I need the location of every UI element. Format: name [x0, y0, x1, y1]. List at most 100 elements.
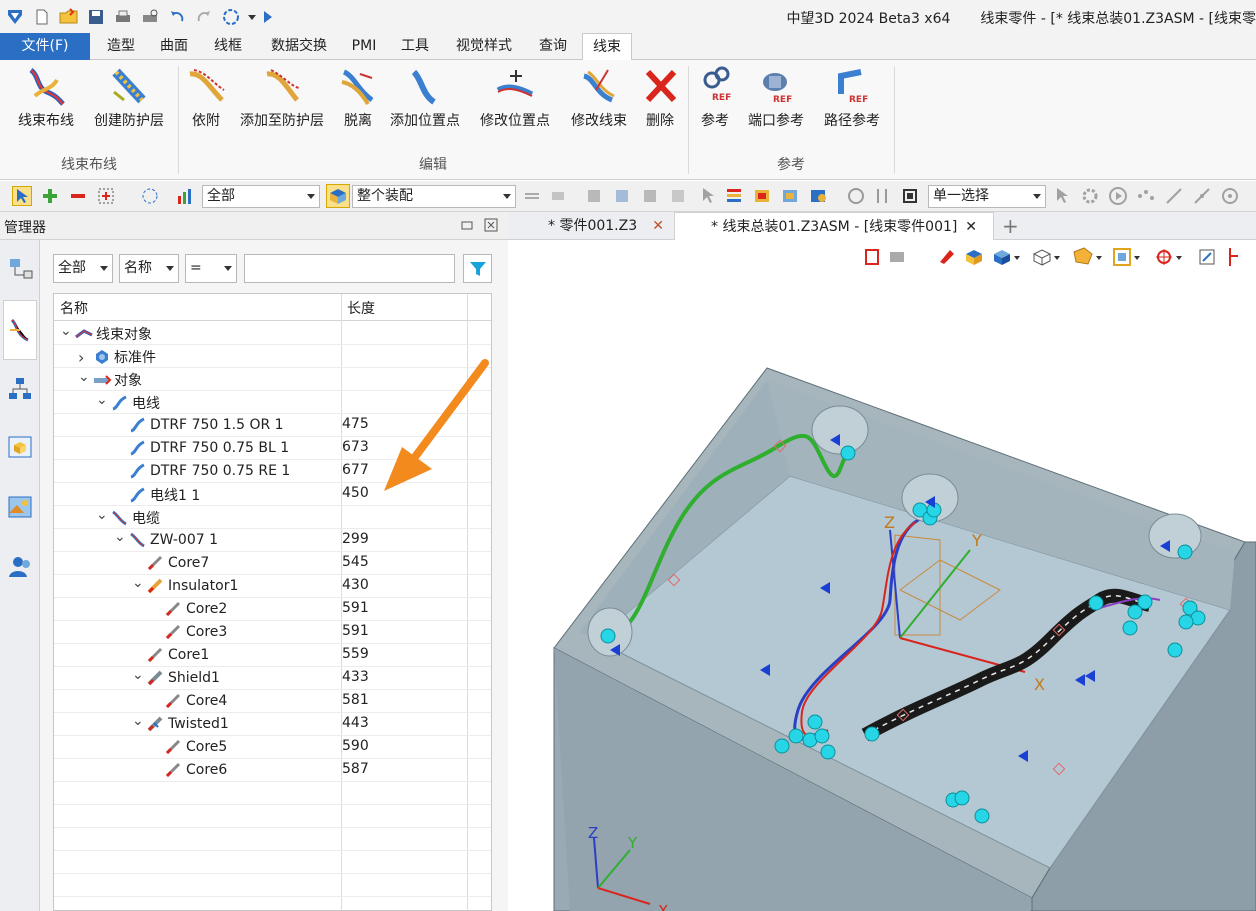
tool-icon-2[interactable] [612, 186, 632, 206]
tree-row[interactable]: Core1 559 [54, 644, 491, 667]
chevron-down-icon[interactable]: ⌄ [132, 575, 146, 591]
print-icon[interactable] [111, 5, 135, 29]
doc-tab-assembly[interactable]: * 线束总装01.Z3ASM - [线束零件001] ✕ [674, 212, 994, 240]
tree-row[interactable]: Core5 590 [54, 736, 491, 759]
dropdown-icon[interactable] [246, 5, 258, 29]
line-segment-icon[interactable] [1192, 186, 1212, 206]
pick-filter-icon[interactable] [548, 186, 568, 206]
panel-close-icon[interactable] [484, 218, 498, 236]
tab-close-icon[interactable]: ✕ [652, 212, 664, 240]
filter-value-input[interactable] [244, 254, 455, 283]
image-view-icon[interactable] [3, 490, 37, 524]
tab-query[interactable]: 查询 [530, 33, 576, 60]
app-logo-icon[interactable] [3, 5, 27, 29]
tree-row[interactable]: ⌄ Insulator1 430 [54, 575, 491, 598]
tab-modeling[interactable]: 造型 [98, 33, 144, 60]
3d-viewport[interactable]: Z Y X Z Y X [510, 240, 1256, 911]
settings-part-icon[interactable] [808, 186, 828, 206]
chevron-down-icon[interactable]: ⌄ [132, 713, 146, 729]
tab-wireframe[interactable]: 线框 [205, 33, 251, 60]
field-select[interactable]: 名称 [119, 254, 179, 283]
tree-row[interactable]: ⌄ Twisted1 443 [54, 713, 491, 736]
tab-data-exchange[interactable]: 数据交换 [261, 33, 337, 60]
chevron-right-icon[interactable]: › [78, 348, 92, 367]
lasso-icon[interactable] [140, 186, 160, 206]
tool-icon-3[interactable] [640, 186, 660, 206]
cursor-icon[interactable] [698, 186, 718, 206]
save-icon[interactable] [84, 5, 108, 29]
stop-icon[interactable] [900, 186, 920, 206]
operator-select[interactable]: = [185, 254, 237, 283]
part-icon[interactable] [780, 186, 800, 206]
points-icon[interactable] [1136, 186, 1156, 206]
regenerate-icon[interactable] [219, 5, 243, 29]
tree-row[interactable]: Core4 581 [54, 690, 491, 713]
create-protection-button[interactable]: 创建防护层 [88, 66, 170, 130]
filter-apply-button[interactable] [463, 254, 492, 283]
assembly-scope-icon[interactable] [326, 184, 350, 208]
gear-icon[interactable] [1080, 186, 1100, 206]
selection-mode-select[interactable]: 单一选择 [928, 185, 1046, 208]
tab-visual-style[interactable]: 视觉样式 [446, 33, 522, 60]
file-menu[interactable]: 文件(F) [0, 33, 90, 60]
list-icon[interactable] [724, 186, 744, 206]
tab-surface[interactable]: 曲面 [151, 33, 197, 60]
play-icon[interactable] [261, 5, 275, 29]
chevron-down-icon[interactable]: ⌄ [132, 667, 146, 683]
assembly-tree-icon[interactable] [3, 372, 37, 406]
tool-icon-4[interactable] [668, 186, 688, 206]
user-icon[interactable] [3, 550, 37, 584]
line-icon[interactable] [1164, 186, 1184, 206]
port-reference-button[interactable]: REF 端口参考 [744, 66, 808, 130]
harness-route-button[interactable]: 线束布线 [14, 66, 78, 130]
delete-button[interactable]: 删除 [640, 66, 680, 130]
new-file-icon[interactable] [30, 5, 54, 29]
column-header-name[interactable]: 名称 [60, 298, 88, 318]
filter-select[interactable]: 全部 [202, 185, 320, 208]
column-header-length[interactable]: 长度 [347, 298, 375, 318]
tree-row[interactable]: ⌄ ZW-007 1 299 [54, 529, 491, 552]
tab-pmi[interactable]: PMI [344, 33, 384, 60]
chevron-down-icon[interactable]: ⌄ [114, 529, 128, 545]
tab-close-icon[interactable]: ✕ [965, 213, 977, 241]
modify-position-point-button[interactable]: 修改位置点 [476, 66, 554, 130]
tool-icon-1[interactable] [584, 186, 604, 206]
detach-button[interactable]: 脱离 [338, 66, 378, 130]
panel-restore-icon[interactable] [460, 218, 474, 236]
add-icon[interactable] [40, 186, 60, 206]
add-position-point-button[interactable]: 添加位置点 [386, 66, 464, 130]
chevron-down-icon[interactable]: ⌄ [96, 507, 110, 523]
chevron-down-icon[interactable]: ⌄ [60, 323, 74, 339]
remove-icon[interactable] [68, 186, 88, 206]
tree-row[interactable]: ⌄ Shield1 433 [54, 667, 491, 690]
tree-row[interactable]: ⌄ 线束对象 [54, 322, 491, 345]
tree-row[interactable]: Core3 591 [54, 621, 491, 644]
pick-icon[interactable] [522, 186, 542, 206]
tree-row[interactable]: Core2 591 [54, 598, 491, 621]
component-icon[interactable] [752, 186, 772, 206]
tree-row[interactable]: Core6 587 [54, 759, 491, 782]
assembly-select[interactable]: 整个装配 [352, 185, 516, 208]
chevron-down-icon[interactable]: ⌄ [78, 369, 92, 385]
doc-tab-part[interactable]: * 零件001.Z3 ✕ [538, 212, 678, 240]
open-folder-icon[interactable] [57, 5, 81, 29]
undo-icon[interactable] [165, 5, 189, 29]
path-reference-button[interactable]: REF 路径参考 [820, 66, 884, 130]
modify-harness-button[interactable]: 修改线束 [568, 66, 630, 130]
play-circle-icon[interactable] [1108, 186, 1128, 206]
reference-button[interactable]: REF 参考 [696, 66, 734, 130]
part-view-icon[interactable] [3, 430, 37, 464]
tree-row[interactable]: ⌄ 电缆 [54, 506, 491, 529]
harness-manager-icon[interactable] [3, 300, 37, 360]
chevron-down-icon[interactable]: ⌄ [96, 392, 110, 408]
scope-select[interactable]: 全部 [53, 254, 113, 283]
rotate-icon[interactable] [846, 186, 866, 206]
tab-tools[interactable]: 工具 [392, 33, 438, 60]
filter-icon[interactable] [176, 186, 196, 206]
pointer-icon[interactable] [1052, 186, 1072, 206]
select-mode-icon[interactable] [12, 186, 32, 206]
box-select-icon[interactable] [96, 186, 116, 206]
print-preview-icon[interactable] [138, 5, 162, 29]
pin-icon[interactable] [872, 186, 892, 206]
tree-row[interactable]: Core7 545 [54, 552, 491, 575]
